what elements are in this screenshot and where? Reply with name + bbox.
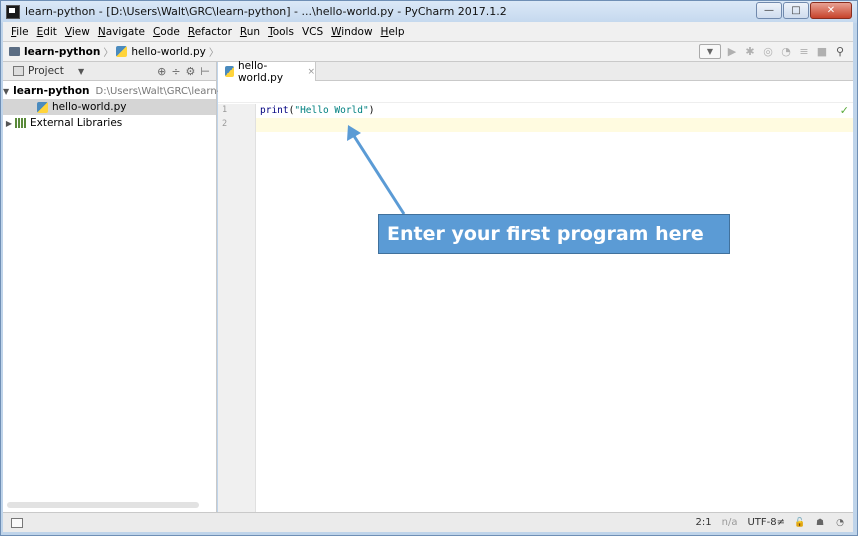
tool-windows-toggle-icon[interactable] [11, 517, 23, 528]
navigation-bar: learn-python 〉 hello-world.py 〉 ▼ ▶ ✱ ◎ … [3, 41, 853, 62]
project-panel: Project ▼ ⊕ ÷ ⚙ ⊢ ▼ learn-python D:\User… [3, 62, 233, 512]
folder-icon [9, 47, 20, 56]
pycharm-app-icon[interactable] [6, 5, 20, 19]
scroll-from-source-icon[interactable]: ⊕ [157, 65, 166, 78]
project-panel-header[interactable]: Project ▼ ⊕ ÷ ⚙ ⊢ [3, 62, 216, 81]
tree-item-external-libraries[interactable]: ▶ External Libraries [3, 115, 216, 131]
editor-tab-bar: hello-world.py × [218, 60, 853, 84]
coverage-icon[interactable]: ◎ [761, 45, 775, 59]
inspection-ok-icon[interactable]: ✓ [840, 104, 849, 117]
breadcrumb-separator: 〉 [208, 48, 219, 59]
title-bar[interactable]: learn-python - [D:\Users\Walt\GRC\learn-… [1, 1, 857, 23]
maximize-button[interactable]: □ [783, 2, 809, 19]
tree-item-hello-world[interactable]: hello-world.py [3, 99, 216, 115]
chevron-down-icon[interactable]: ▼ [78, 67, 84, 76]
collapsed-triangle-icon[interactable]: ▶ [3, 119, 15, 128]
menu-view[interactable]: View [61, 26, 94, 38]
run-config-dropdown[interactable]: ▼ [699, 44, 721, 59]
python-file-icon [225, 66, 234, 77]
hide-panel-icon[interactable]: ⊢ [200, 65, 210, 78]
library-icon [15, 118, 26, 128]
breadcrumb-file[interactable]: hello-world.py [116, 46, 206, 58]
stop-icon[interactable]: ■ [815, 45, 829, 59]
file-encoding[interactable]: UTF-8≠ [747, 517, 785, 528]
window-title: learn-python - [D:\Users\Walt\GRC\learn-… [25, 5, 507, 18]
search-icon[interactable]: ⚲ [833, 45, 847, 59]
breadcrumb-project[interactable]: learn-python [9, 46, 100, 58]
run-icon[interactable]: ▶ [725, 45, 739, 59]
close-tab-icon[interactable]: × [307, 67, 315, 77]
event-log-icon[interactable]: ◔ [835, 518, 845, 528]
annotation-callout: Enter your first program here [378, 214, 730, 254]
python-file-icon [37, 101, 48, 113]
editor-breadcrumb-strip [218, 81, 853, 103]
concurrency-icon[interactable]: ≡ [797, 45, 811, 59]
menu-run[interactable]: Run [236, 26, 264, 38]
python-file-icon [116, 46, 128, 57]
expanded-triangle-icon[interactable]: ▼ [3, 87, 9, 96]
profile-icon[interactable]: ◔ [779, 45, 793, 59]
close-button[interactable]: ✕ [810, 2, 852, 19]
menu-tools[interactable]: Tools [264, 26, 298, 38]
project-tree: ▼ learn-python D:\Users\Walt\GRC\learn-p… [3, 81, 233, 131]
menu-vcs[interactable]: VCS [298, 26, 327, 38]
menu-help[interactable]: Help [377, 26, 409, 38]
collapse-all-icon[interactable]: ÷ [171, 65, 180, 78]
lock-icon[interactable]: 🔓 [794, 518, 805, 528]
menu-edit[interactable]: Edit [33, 26, 61, 38]
menu-navigate[interactable]: Navigate [94, 26, 149, 38]
tree-item-root[interactable]: ▼ learn-python D:\Users\Walt\GRC\learn-p… [3, 83, 233, 99]
line-number-gutter[interactable]: 1 2 [218, 104, 256, 512]
horizontal-scrollbar[interactable] [7, 502, 199, 508]
tab-hello-world[interactable]: hello-world.py × [218, 60, 316, 84]
code-editor[interactable]: 1 2 print("Hello World") ✓ [218, 104, 853, 512]
code-line[interactable]: print("Hello World") [256, 104, 853, 118]
status-bar: 2:1 n/a UTF-8≠ 🔓 ☗ ◔ [3, 512, 853, 532]
caret-position[interactable]: 2:1 [696, 517, 712, 528]
minimize-button[interactable]: — [756, 2, 782, 19]
code-line-current[interactable] [256, 118, 853, 132]
inspector-icon[interactable]: ☗ [815, 518, 825, 528]
gear-icon[interactable]: ⚙ [186, 65, 196, 78]
project-view-icon [13, 66, 24, 76]
menu-window[interactable]: Window [327, 26, 376, 38]
line-number: 1 [222, 105, 228, 115]
menu-bar: File Edit View Navigate Code Refactor Ru… [3, 22, 853, 41]
menu-code[interactable]: Code [149, 26, 184, 38]
breadcrumb-separator: 〉 [103, 48, 114, 59]
menu-file[interactable]: File [7, 26, 33, 38]
line-number: 2 [222, 119, 228, 129]
menu-refactor[interactable]: Refactor [184, 26, 236, 38]
line-separator[interactable]: n/a [722, 517, 738, 528]
debug-icon[interactable]: ✱ [743, 45, 757, 59]
editor-panel: hello-world.py × 1 2 print("Hello World"… [218, 60, 853, 512]
